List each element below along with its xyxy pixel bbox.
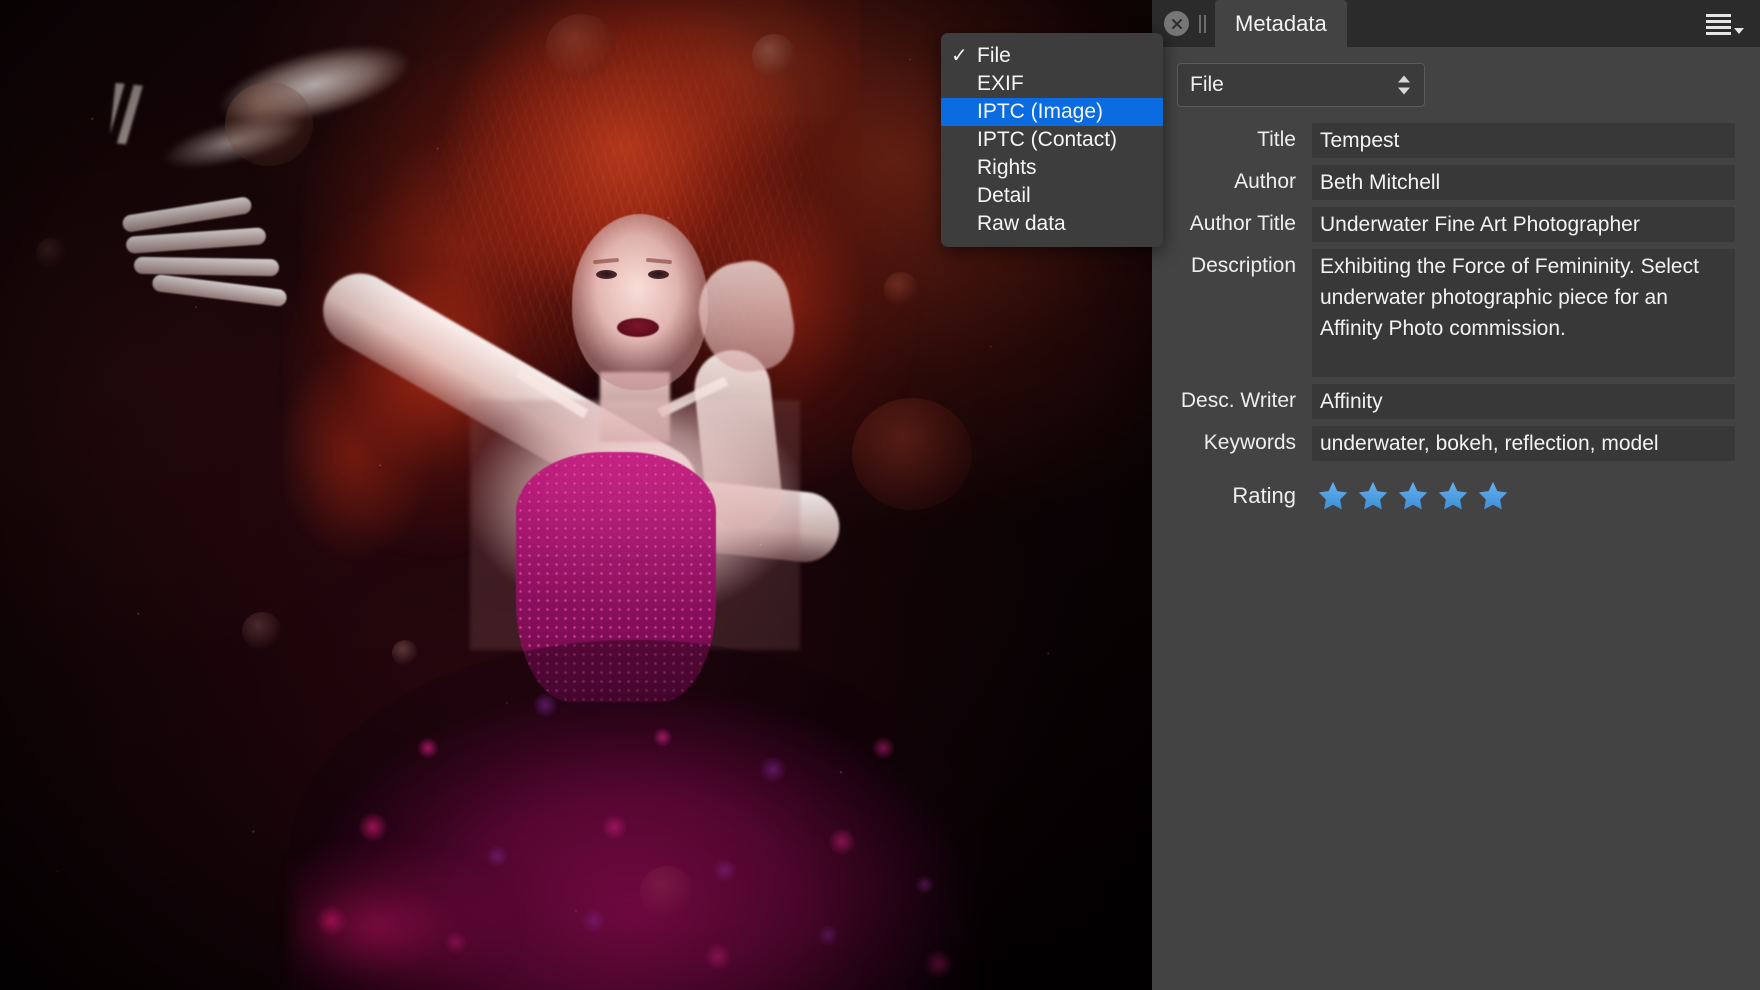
rating-label: Rating bbox=[1177, 483, 1312, 509]
metadata-field-value[interactable]: underwater, bokeh, reflection, model bbox=[1312, 426, 1735, 461]
category-select-row: File bbox=[1177, 63, 1735, 119]
rating-star[interactable] bbox=[1396, 479, 1430, 513]
context-menu-item[interactable]: Raw data bbox=[941, 210, 1163, 238]
metadata-field-row: Keywordsunderwater, bokeh, reflection, m… bbox=[1177, 426, 1735, 461]
hamburger-menu-icon[interactable] bbox=[1706, 14, 1760, 47]
panel-header: Metadata bbox=[1152, 0, 1760, 47]
rating-star[interactable] bbox=[1476, 479, 1510, 513]
metadata-panel: Metadata File TitleTempestAuthorBeth M bbox=[1152, 0, 1760, 990]
drag-grip-icon[interactable] bbox=[1199, 14, 1211, 34]
metadata-field-label: Keywords bbox=[1177, 426, 1312, 460]
metadata-category-select[interactable]: File bbox=[1177, 63, 1425, 107]
metadata-field-label: Author bbox=[1177, 165, 1312, 199]
metadata-field-row: DescriptionExhibiting the Force of Femin… bbox=[1177, 249, 1735, 377]
check-icon: ✓ bbox=[951, 42, 977, 70]
context-menu-item-label: Raw data bbox=[977, 210, 1066, 238]
metadata-field-label: Author Title bbox=[1177, 207, 1312, 241]
rating-stars[interactable] bbox=[1312, 479, 1510, 513]
rating-star[interactable] bbox=[1356, 479, 1390, 513]
metadata-field-row: TitleTempest bbox=[1177, 123, 1735, 158]
context-menu-item[interactable]: ✓File bbox=[941, 42, 1163, 70]
tab-metadata[interactable]: Metadata bbox=[1215, 0, 1347, 47]
context-menu-item-label: IPTC (Image) bbox=[977, 98, 1103, 126]
metadata-field-row: AuthorBeth Mitchell bbox=[1177, 165, 1735, 200]
tab-metadata-label: Metadata bbox=[1235, 11, 1327, 37]
context-menu-item-label: Detail bbox=[977, 182, 1031, 210]
context-menu-item[interactable]: IPTC (Contact) bbox=[941, 126, 1163, 154]
metadata-field-label: Desc. Writer bbox=[1177, 384, 1312, 418]
context-menu-item[interactable]: IPTC (Image) bbox=[941, 98, 1163, 126]
context-menu-item[interactable]: Rights bbox=[941, 154, 1163, 182]
metadata-field-value[interactable]: Exhibiting the Force of Femininity. Sele… bbox=[1312, 249, 1735, 377]
context-menu-item-label: IPTC (Contact) bbox=[977, 126, 1117, 154]
metadata-field-label: Title bbox=[1177, 123, 1312, 157]
hamburger-lines bbox=[1706, 14, 1731, 35]
rating-row: Rating bbox=[1177, 479, 1735, 513]
metadata-field-value[interactable]: Underwater Fine Art Photographer bbox=[1312, 207, 1735, 242]
stepper-arrows-icon[interactable] bbox=[1398, 76, 1410, 95]
context-menu-item-label: EXIF bbox=[977, 70, 1024, 98]
metadata-field-value[interactable]: Affinity bbox=[1312, 384, 1735, 419]
panel-body: File TitleTempestAuthorBeth MitchellAuth… bbox=[1152, 47, 1760, 513]
context-menu-item[interactable]: EXIF bbox=[941, 70, 1163, 98]
context-menu-item-label: File bbox=[977, 42, 1011, 70]
metadata-category-context-menu[interactable]: ✓FileEXIFIPTC (Image)IPTC (Contact)Right… bbox=[941, 33, 1163, 247]
metadata-field-row: Desc. WriterAffinity bbox=[1177, 384, 1735, 419]
rating-star[interactable] bbox=[1316, 479, 1350, 513]
chevron-down-icon bbox=[1734, 28, 1744, 34]
context-menu-item-label: Rights bbox=[977, 154, 1037, 182]
metadata-category-value: File bbox=[1190, 73, 1224, 97]
application-window: Metadata File TitleTempestAuthorBeth M bbox=[0, 0, 1760, 990]
metadata-field-list: TitleTempestAuthorBeth MitchellAuthor Ti… bbox=[1177, 123, 1735, 461]
metadata-field-row: Author TitleUnderwater Fine Art Photogra… bbox=[1177, 207, 1735, 242]
context-menu-item[interactable]: Detail bbox=[941, 182, 1163, 210]
metadata-field-value[interactable]: Tempest bbox=[1312, 123, 1735, 158]
metadata-field-value[interactable]: Beth Mitchell bbox=[1312, 165, 1735, 200]
rating-star[interactable] bbox=[1436, 479, 1470, 513]
metadata-field-label: Description bbox=[1177, 249, 1312, 283]
close-icon[interactable] bbox=[1164, 11, 1189, 36]
